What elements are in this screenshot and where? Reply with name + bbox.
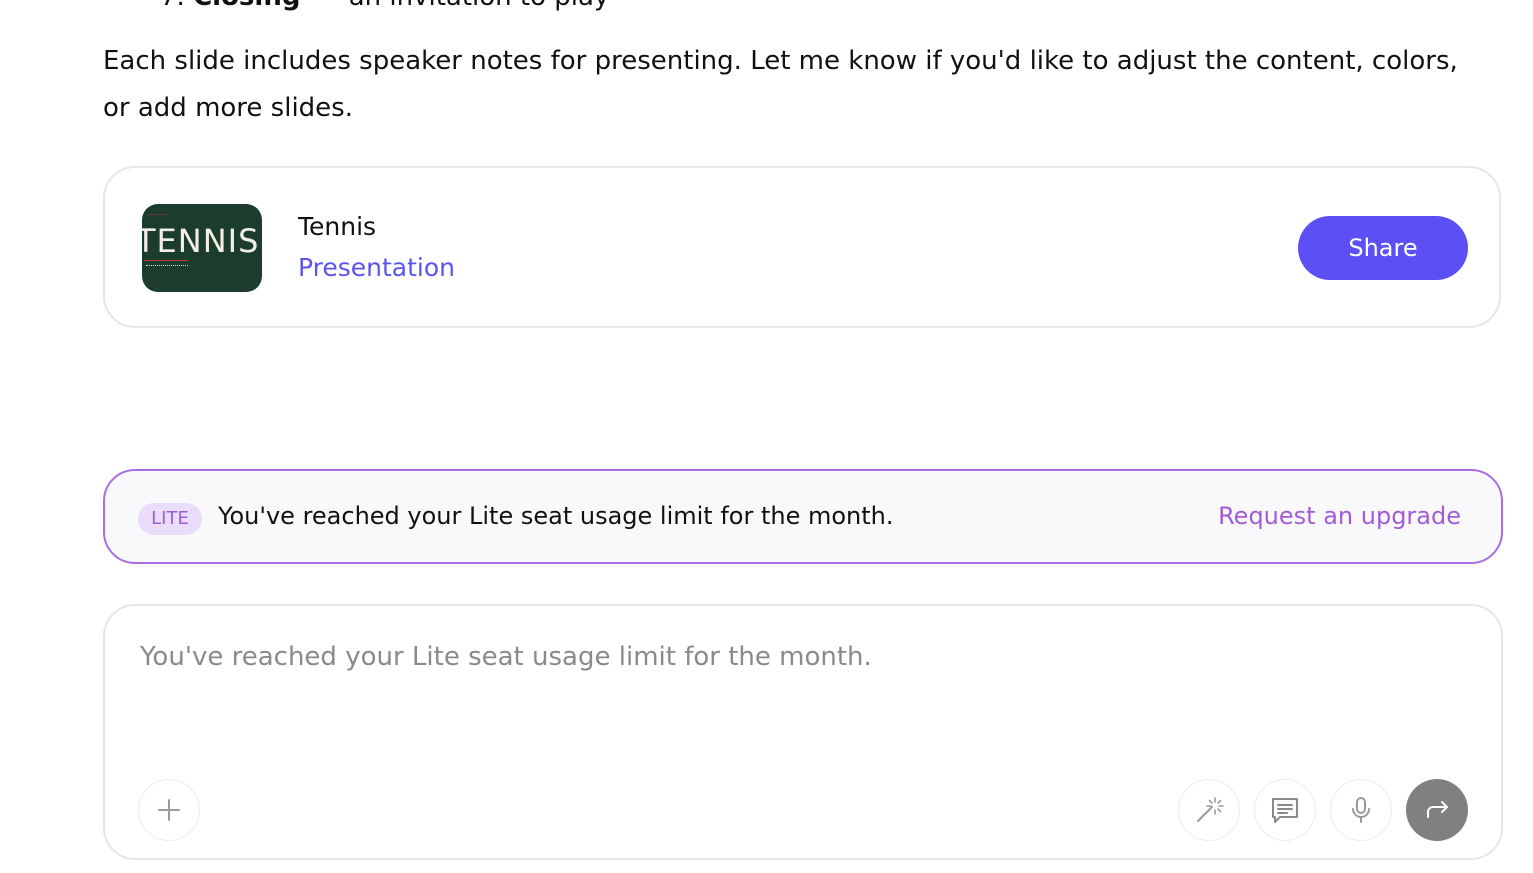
list-item-description: an invitation to play	[349, 0, 610, 12]
list-item-title: Closing	[193, 0, 300, 12]
enhance-prompt-button[interactable]	[1178, 779, 1240, 841]
microphone-icon	[1346, 795, 1376, 825]
usage-limit-banner: LITE You've reached your Lite seat usage…	[103, 469, 1503, 564]
magic-wand-icon	[1193, 794, 1225, 826]
thumbnail-title: TENNIS	[142, 222, 260, 260]
lite-badge: LITE	[138, 503, 202, 535]
presentation-thumbnail[interactable]: TENNIS	[142, 204, 262, 292]
file-type-label: Presentation	[298, 253, 456, 282]
list-item-number: 7.	[160, 0, 185, 12]
voice-input-button[interactable]	[1330, 779, 1392, 841]
message-composer	[103, 604, 1503, 860]
thumbnail-subtitle	[146, 265, 188, 268]
notes-button[interactable]	[1254, 779, 1316, 841]
share-button[interactable]: Share	[1298, 216, 1468, 280]
assistant-message: Each slide includes speaker notes for pr…	[103, 46, 1458, 123]
send-button[interactable]	[1406, 779, 1468, 841]
add-attachment-button[interactable]	[138, 779, 200, 841]
file-name[interactable]: Tennis	[298, 212, 376, 241]
thumbnail-rule	[144, 260, 188, 261]
request-upgrade-link[interactable]: Request an upgrade	[1218, 502, 1461, 530]
send-arrow-icon	[1422, 795, 1452, 825]
notes-icon	[1269, 794, 1301, 826]
usage-limit-message: You've reached your Lite seat usage limi…	[218, 502, 894, 530]
previous-list-item: 7. Closing an invitation to play	[160, 0, 609, 12]
thumbnail-accent-line	[148, 214, 168, 215]
plus-icon	[156, 797, 182, 823]
presentation-file-card[interactable]: TENNIS Tennis Presentation Share	[103, 166, 1501, 328]
message-input[interactable]	[138, 636, 1462, 678]
